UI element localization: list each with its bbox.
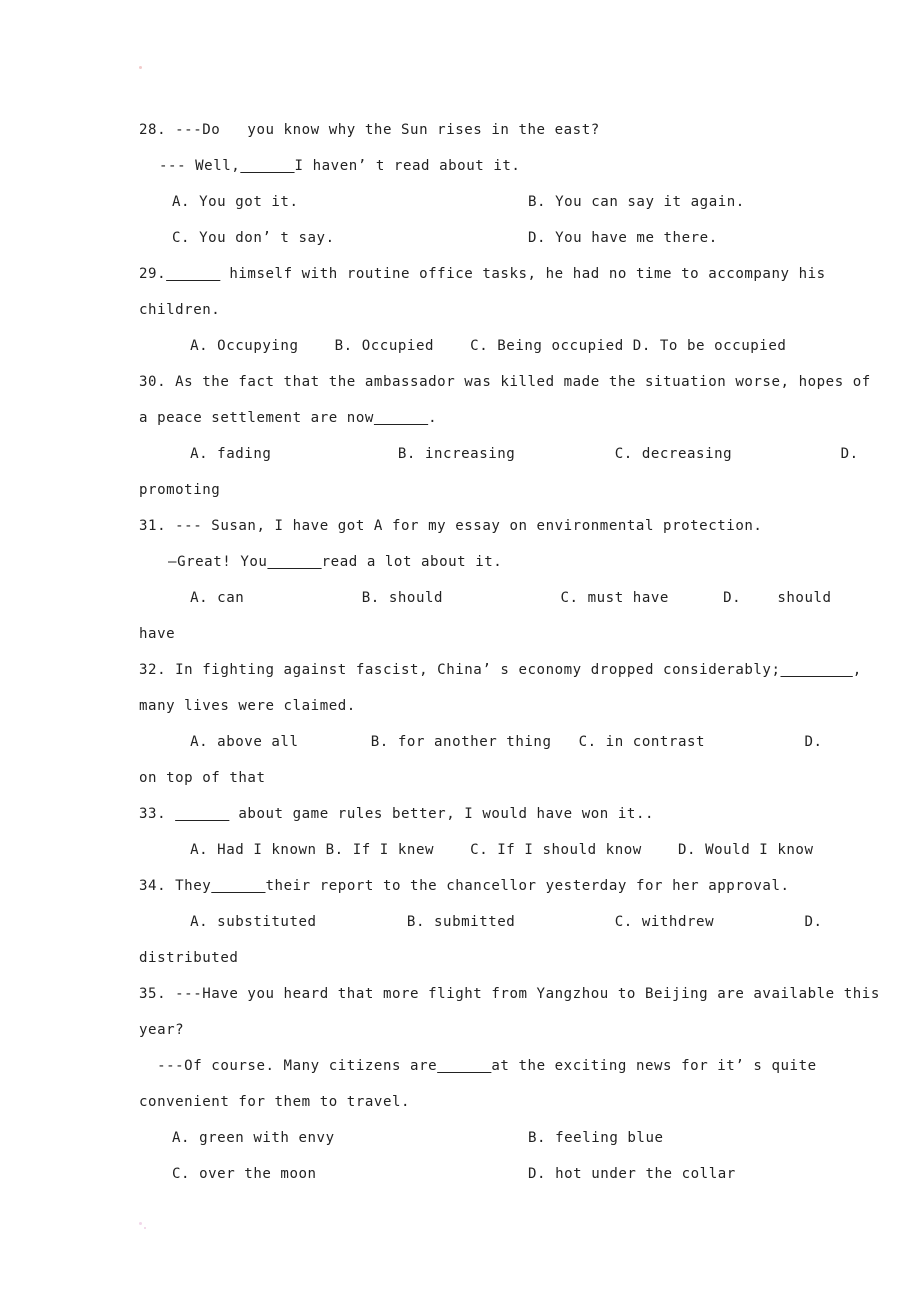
- question-32-stem-line-2: many lives were claimed.: [139, 698, 356, 714]
- question-block-29: 29. himself with routine office tasks, h…: [139, 256, 826, 364]
- question-35-option-row-1: A. green with envy B. feeling blue: [139, 1120, 787, 1156]
- question-block-35: 35. ---Have you heard that more flight f…: [139, 976, 880, 1192]
- question-31-stem-line-2: —Great! You read a lot about it.: [159, 554, 503, 570]
- question-28-stem-line-1: 28. ---Do you know why the Sun rises in …: [139, 122, 600, 138]
- question-30-options[interactable]: A. fading B. increasing C. decreasing D.: [139, 436, 858, 472]
- question-35-option-d[interactable]: D. hot under the collar: [528, 1156, 736, 1192]
- question-30-options-wrap[interactable]: promoting: [139, 472, 787, 508]
- question-28-option-a[interactable]: A. You got it.: [172, 184, 299, 220]
- question-35-option-a[interactable]: A. green with envy: [172, 1120, 335, 1156]
- question-block-31: 31. --- Susan, I have got A for my essay…: [139, 508, 831, 652]
- question-35-stem-line-3: ---Of course. Many citizens are at the e…: [139, 1058, 817, 1074]
- question-33-options[interactable]: A. Had I known B. If I knew C. If I shou…: [139, 832, 813, 868]
- question-35-stem-line-2: year?: [139, 1022, 185, 1038]
- question-28-option-b[interactable]: B. You can say it again.: [528, 184, 745, 220]
- question-35-stem-line-4: convenient for them to travel.: [139, 1094, 411, 1110]
- question-block-30: 30. As the fact that the ambassador was …: [139, 364, 871, 508]
- question-list: 28. ---Do you know why the Sun rises in …: [139, 112, 880, 1192]
- question-28-option-row-1: A. You got it. B. You can say it again.: [139, 184, 787, 220]
- scan-artifact-speck: [139, 66, 142, 69]
- question-35-option-c[interactable]: C. over the moon: [172, 1156, 317, 1192]
- question-28-option-row-2: C. You don’ t say. D. You have me there.: [139, 220, 787, 256]
- question-30-stem-line-1: 30. As the fact that the ambassador was …: [139, 374, 871, 390]
- question-34-stem-line-1: 34. They their report to the chancellor …: [139, 878, 790, 894]
- question-block-33: 33. about game rules better, I would hav…: [139, 796, 813, 868]
- question-28-stem-line-2: --- Well, I haven’ t read about it.: [159, 158, 521, 174]
- question-28-option-d[interactable]: D. You have me there.: [528, 220, 718, 256]
- question-35-option-row-2: C. over the moon D. hot under the collar: [139, 1156, 787, 1192]
- question-block-28: 28. ---Do you know why the Sun rises in …: [139, 112, 787, 256]
- question-34-options[interactable]: A. substituted B. submitted C. withdrew …: [139, 904, 822, 940]
- question-29-stem-line-1: 29. himself with routine office tasks, h…: [139, 266, 826, 282]
- question-35-option-b[interactable]: B. feeling blue: [528, 1120, 664, 1156]
- question-35-stem-line-1: 35. ---Have you heard that more flight f…: [139, 986, 880, 1002]
- question-29-stem-line-2: children.: [139, 302, 221, 318]
- question-31-options-wrap[interactable]: have: [139, 616, 787, 652]
- question-33-stem-line-1: 33. about game rules better, I would hav…: [139, 806, 655, 822]
- document-page: 28. ---Do you know why the Sun rises in …: [0, 0, 920, 1302]
- question-block-34: 34. They their report to the chancellor …: [139, 868, 822, 976]
- question-block-32: 32. In fighting against fascist, China’ …: [139, 652, 862, 796]
- question-34-options-wrap[interactable]: distributed: [139, 940, 787, 976]
- question-32-options[interactable]: A. above all B. for another thing C. in …: [139, 724, 822, 760]
- question-30-stem-line-2: a peace settlement are now .: [139, 410, 438, 426]
- question-31-options[interactable]: A. can B. should C. must have D. should: [139, 580, 831, 616]
- question-28-option-c[interactable]: C. You don’ t say.: [172, 220, 335, 256]
- question-32-stem-line-1: 32. In fighting against fascist, China’ …: [139, 662, 862, 678]
- question-31-stem-line-1: 31. --- Susan, I have got A for my essay…: [139, 518, 763, 534]
- question-29-options[interactable]: A. Occupying B. Occupied C. Being occupi…: [139, 328, 787, 364]
- question-32-options-wrap[interactable]: on top of that: [139, 760, 787, 796]
